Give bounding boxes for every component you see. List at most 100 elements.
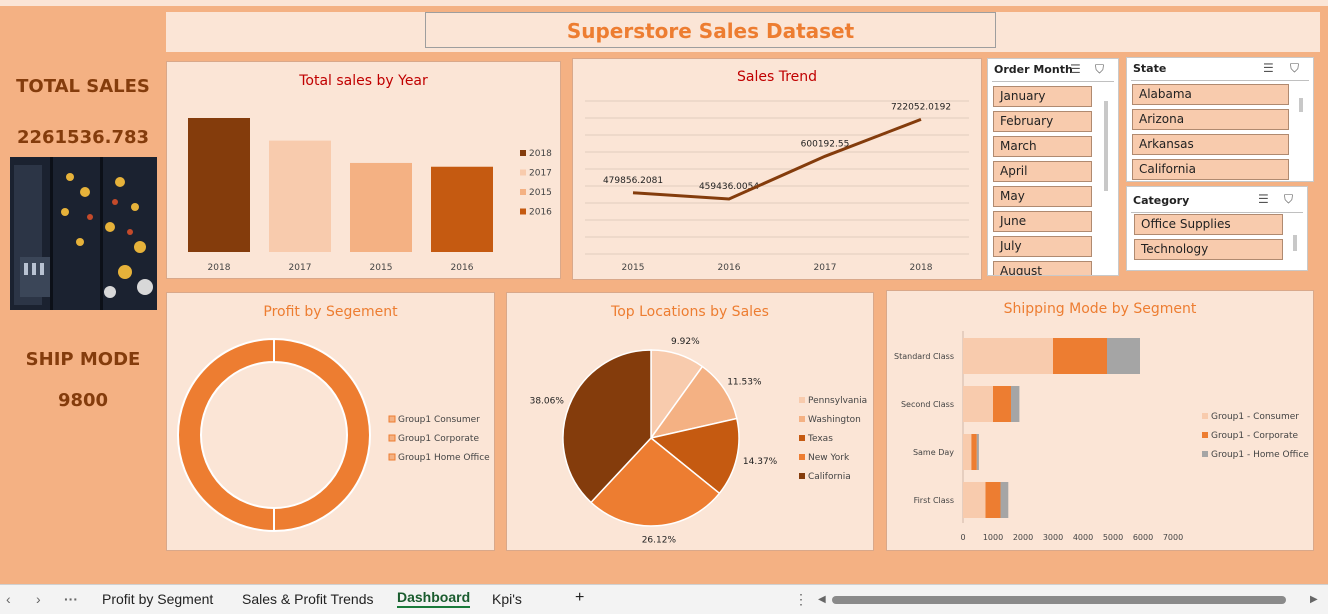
slicer-scrollbar[interactable]: [1299, 98, 1303, 112]
x-tick-label: 4000: [1073, 533, 1093, 542]
slicer-item[interactable]: Technology: [1134, 239, 1283, 260]
data-label: 9.92%: [671, 337, 700, 347]
horizontal-scrollbar[interactable]: [832, 596, 1286, 604]
legend-label: Group1 - Home Office: [1211, 450, 1309, 460]
x-tick-label: 1000: [983, 533, 1003, 542]
legend-swatch: [520, 150, 526, 156]
slicer-item[interactable]: Arkansas: [1132, 134, 1289, 155]
dashboard-title[interactable]: Superstore Sales Dataset: [425, 12, 996, 48]
x-tick-label: 6000: [1133, 533, 1153, 542]
ship-mode-value: 9800: [57, 390, 109, 411]
legend-swatch: [388, 415, 396, 423]
slicer-item[interactable]: January: [993, 86, 1092, 107]
bar-segment: [976, 434, 979, 470]
bar-segment: [1011, 386, 1020, 422]
store-photo: [10, 157, 157, 310]
data-label: 11.53%: [727, 378, 762, 388]
x-tick-label: 2018: [910, 263, 933, 273]
clear-filter-icon[interactable]: ⛉: [1284, 192, 1293, 207]
slicer-category[interactable]: Category ☰ ⛉ Office Supplies Technology: [1126, 186, 1308, 271]
legend-swatch: [1202, 413, 1208, 419]
clear-filter-icon[interactable]: ⛉: [1290, 61, 1299, 76]
data-label: 26.12%: [642, 536, 677, 546]
chart-shipping-mode[interactable]: Shipping Mode by Segment Standard Class S…: [886, 290, 1314, 551]
grid-header-strip: [0, 0, 1328, 6]
slicer-item[interactable]: Office Supplies: [1134, 214, 1283, 235]
legend-label: Washington: [808, 415, 861, 425]
x-tick-label: 2015: [622, 263, 645, 273]
slicer-state[interactable]: State ☰ ⛉ Alabama Arizona Arkansas Californ…: [1126, 57, 1314, 182]
multi-select-icon[interactable]: ☰: [1263, 61, 1274, 75]
donut-slice: [273, 337, 371, 533]
slicer-item[interactable]: July: [993, 236, 1092, 257]
prev-sheet-icon[interactable]: ‹: [6, 591, 11, 607]
legend-label: Group1 Home Office: [398, 453, 490, 463]
scroll-right-icon[interactable]: ▶: [1310, 594, 1318, 605]
x-tick-label: 2015: [370, 263, 393, 273]
y-tick-label: Same Day: [913, 448, 954, 457]
add-sheet-button[interactable]: +: [575, 589, 584, 607]
bar: [269, 140, 331, 252]
sheet-tab-bar: ‹ › ··· Profit by Segment Sales & Profit…: [0, 584, 1328, 614]
tab-dashboard[interactable]: Dashboard: [397, 589, 471, 608]
data-label: 722052.0192: [891, 102, 951, 112]
x-tick-label: 3000: [1043, 533, 1063, 542]
legend-swatch: [799, 435, 805, 441]
legend-label: Texas: [807, 434, 833, 444]
scroll-left-icon[interactable]: ◀: [818, 594, 826, 605]
tab-sales-profit-trends[interactable]: Sales & Profit Trends: [242, 591, 374, 607]
line-chart-svg: 479856.20812015459436.00542016600192.552…: [585, 100, 969, 273]
slicer-divider: [1131, 80, 1309, 81]
chart-profit-by-segment[interactable]: Profit by Segement Group1 Consumer Group1…: [166, 292, 495, 551]
slicer-item[interactable]: Arizona: [1132, 109, 1289, 130]
tab-options-icon[interactable]: ⋮: [794, 591, 808, 608]
bar-chart-svg: 2018 2017 2015 2016 2018 2017 2015 2016: [188, 118, 552, 273]
bar: [350, 162, 412, 252]
legend-swatch: [799, 397, 805, 403]
slicer-order-month[interactable]: Order Month ☰ ⛉ January February March Apri…: [987, 58, 1119, 276]
slicer-item[interactable]: March: [993, 136, 1092, 157]
data-label: 14.37%: [743, 457, 778, 467]
bar-segment: [971, 434, 977, 470]
slicer-item[interactable]: August: [993, 261, 1092, 275]
chart-sales-trend[interactable]: Sales Trend 479856.2081 2015 459436.0054 20…: [572, 58, 982, 280]
legend-label: Group1 Corporate: [398, 434, 479, 444]
x-tick-label: 2000: [1013, 533, 1033, 542]
legend-label: California: [808, 472, 851, 482]
more-sheets-icon[interactable]: ···: [64, 591, 78, 607]
legend-swatch: [1202, 432, 1208, 438]
slicer-item[interactable]: June: [993, 211, 1092, 232]
slicer-title: Order Month: [994, 63, 1073, 76]
x-tick-label: 2017: [289, 263, 312, 273]
bar-segment: [1053, 338, 1107, 374]
chart-top-locations[interactable]: Top Locations by Sales 9.92% 11.53% 14.37%…: [506, 292, 874, 551]
slicer-item[interactable]: May: [993, 186, 1092, 207]
tab-profit-by-segment[interactable]: Profit by Segment: [102, 591, 213, 607]
legend-swatch: [799, 454, 805, 460]
legend-swatch: [520, 169, 526, 176]
legend-label: 2018: [529, 149, 552, 159]
data-label: 600192.55: [801, 139, 850, 149]
chart-total-sales-by-year[interactable]: Total sales by Year 2018 2017 2015 2016 2018…: [166, 61, 561, 279]
slicer-item[interactable]: California: [1132, 159, 1289, 180]
slicer-scrollbar[interactable]: [1104, 101, 1108, 191]
bar: [188, 118, 250, 252]
x-tick-label: 7000: [1163, 533, 1183, 542]
x-tick-label: 2016: [718, 263, 741, 273]
ship-mode-label: SHIP MODE: [25, 349, 141, 370]
slicer-item[interactable]: April: [993, 161, 1092, 182]
next-sheet-icon[interactable]: ›: [36, 591, 41, 607]
tab-kpis[interactable]: Kpi's: [492, 591, 522, 607]
slicer-item[interactable]: Alabama: [1132, 84, 1289, 105]
bar-segment: [963, 338, 1053, 374]
multi-select-icon[interactable]: ☰: [1258, 192, 1269, 206]
legend-label: 2015: [529, 188, 552, 198]
x-tick-label: 0: [960, 533, 965, 542]
multi-select-icon[interactable]: ☰: [1070, 62, 1081, 76]
x-tick-label: 2018: [208, 263, 231, 273]
bar: [431, 166, 493, 252]
clear-filter-icon[interactable]: ⛉: [1095, 62, 1104, 77]
bar-segment: [963, 434, 972, 470]
slicer-item[interactable]: February: [993, 111, 1092, 132]
slicer-scrollbar[interactable]: [1293, 235, 1297, 251]
